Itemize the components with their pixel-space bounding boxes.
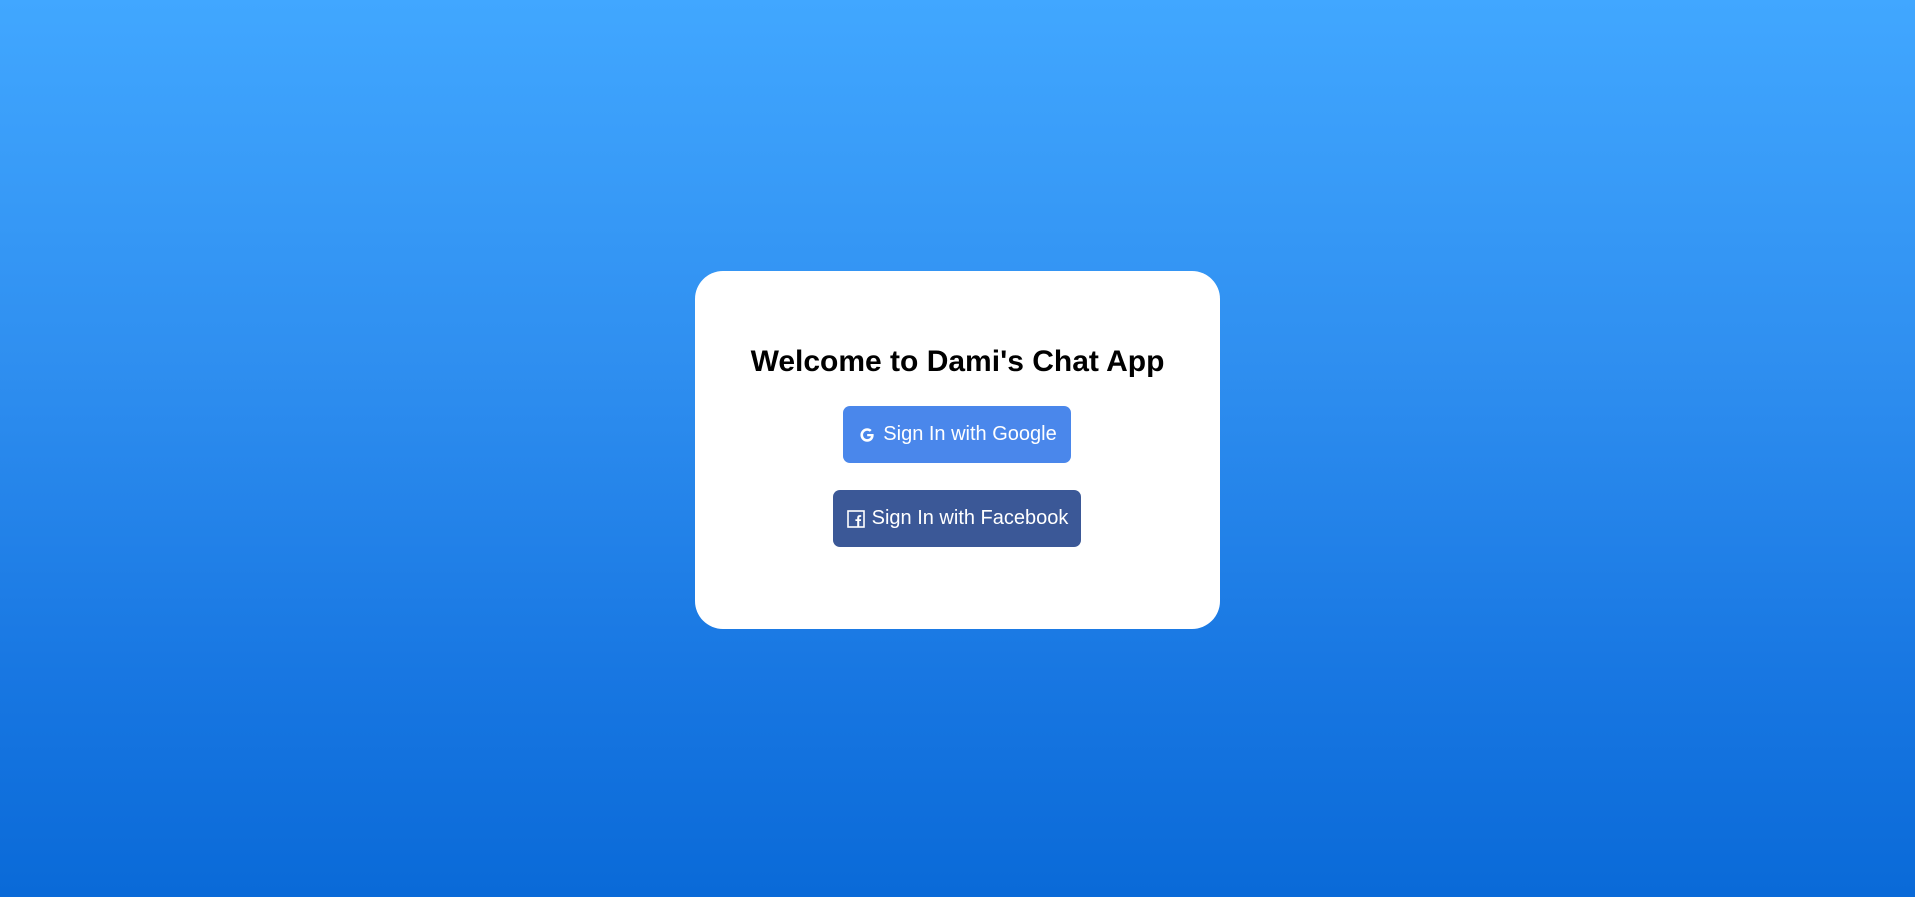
facebook-icon [846, 509, 866, 529]
login-card: Welcome to Dami's Chat App Sign In with … [695, 271, 1220, 629]
page-title: Welcome to Dami's Chat App [750, 345, 1165, 378]
facebook-signin-button[interactable]: Sign In with Facebook [833, 490, 1081, 547]
google-icon [857, 425, 877, 445]
google-signin-label: Sign In with Google [883, 423, 1057, 445]
google-signin-button[interactable]: Sign In with Google [843, 406, 1071, 463]
facebook-signin-label: Sign In with Facebook [871, 507, 1069, 529]
